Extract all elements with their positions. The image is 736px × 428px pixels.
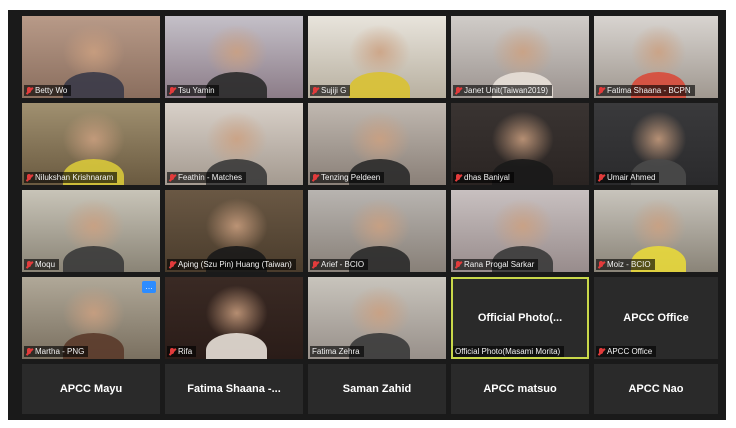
mic-muted-icon [26, 173, 32, 182]
participant-tile[interactable]: Rana Progal Sarkar [451, 190, 589, 272]
participant-name: Arief - BCIO [321, 260, 365, 269]
participant-tile[interactable]: Saman Zahid [308, 364, 446, 414]
participant-tile[interactable]: Fatima Zehra [308, 277, 446, 359]
participant-tile[interactable]: APCC Nao [594, 364, 718, 414]
mic-muted-icon [598, 173, 604, 182]
mic-muted-icon [169, 347, 175, 356]
participant-name: Martha - PNG [35, 347, 85, 356]
participant-name: Feathin - Matches [178, 173, 243, 182]
active-speaker-tile[interactable]: Official Photo(... Official Photo(Masami… [451, 277, 589, 359]
participant-tile[interactable]: Umair Ahmed [594, 103, 718, 185]
mic-muted-icon [26, 347, 32, 356]
participant-name: Rifa [178, 347, 193, 356]
participant-name: Moiz - BCIO [607, 260, 651, 269]
participant-nameplate: Moqu [24, 259, 60, 270]
participant-center-name: APCC matsuo [483, 383, 557, 395]
mic-muted-icon [598, 86, 604, 95]
participant-nameplate: Umair Ahmed [596, 172, 660, 183]
participant-name: Nilukshan Krishnaram [35, 173, 114, 182]
participant-tile[interactable]: Fatima Shaana -... [165, 364, 303, 414]
participant-nameplate: Fatima Zehra [310, 346, 364, 357]
participant-nameplate: Feathin - Matches [167, 172, 247, 183]
participant-nameplate: Fatima Shaana - BCPN [596, 85, 695, 96]
participant-name: Aping (Szu Pin) Huang (Taiwan) [178, 260, 292, 269]
participant-center-name: APCC Office [623, 312, 689, 324]
participant-center-name: Saman Zahid [342, 383, 412, 395]
mic-muted-icon [26, 86, 32, 95]
participant-center-name: APCC Nao [628, 383, 684, 395]
participant-name: Tenzing Peldeen [321, 173, 381, 182]
participant-nameplate: Rifa [167, 346, 197, 357]
participant-name: Sujiji G [321, 86, 347, 95]
mic-muted-icon [455, 86, 461, 95]
participant-name: Fatima Shaana - BCPN [607, 86, 691, 95]
participant-tile[interactable]: Tenzing Peldeen [308, 103, 446, 185]
participant-tile[interactable]: Arief - BCIO [308, 190, 446, 272]
mic-muted-icon [169, 173, 175, 182]
mic-muted-icon [169, 260, 175, 269]
participant-name: dhas Baniyal [464, 173, 510, 182]
participant-tile[interactable]: Aping (Szu Pin) Huang (Taiwan) [165, 190, 303, 272]
participant-center-name: Fatima Shaana -... [187, 383, 281, 395]
participant-name: Rana Progal Sarkar [464, 260, 535, 269]
more-options-button[interactable]: … [142, 281, 156, 293]
participant-name: Official Photo(Masami Morita) [455, 347, 561, 356]
participant-nameplate: Betty Wo [24, 85, 72, 96]
participant-tile[interactable]: APCC Office APCC Office [594, 277, 718, 359]
participant-tile[interactable]: Fatima Shaana - BCPN [594, 16, 718, 98]
participant-tile[interactable]: APCC Mayu [22, 364, 160, 414]
participant-nameplate: Moiz - BCIO [596, 259, 655, 270]
participant-center-name: Official Photo(... [477, 312, 563, 324]
mic-muted-icon [312, 86, 318, 95]
participant-nameplate: Aping (Szu Pin) Huang (Taiwan) [167, 259, 296, 270]
mic-muted-icon [455, 260, 461, 269]
participant-tile[interactable]: Moiz - BCIO [594, 190, 718, 272]
participant-nameplate: APCC Office [596, 346, 657, 357]
mic-muted-icon [455, 173, 461, 182]
participant-name: Tsu Yamin [178, 86, 215, 95]
participant-name: APCC Office [607, 347, 653, 356]
mic-muted-icon [26, 260, 32, 269]
participant-name: Janet Unit(Taiwan2019) [464, 86, 549, 95]
participant-tile[interactable]: Janet Unit(Taiwan2019) [451, 16, 589, 98]
participant-tile[interactable]: Moqu [22, 190, 160, 272]
participant-nameplate: Tsu Yamin [167, 85, 219, 96]
participant-tile[interactable]: … Martha - PNG [22, 277, 160, 359]
participant-nameplate: dhas Baniyal [453, 172, 514, 183]
mic-muted-icon [312, 260, 318, 269]
participant-tile[interactable]: Feathin - Matches [165, 103, 303, 185]
participant-tile[interactable]: dhas Baniyal [451, 103, 589, 185]
video-gallery: Betty Wo Tsu Yamin Sujiji G Janet Unit(T… [8, 10, 726, 420]
participant-name: Betty Wo [35, 86, 68, 95]
participant-tile[interactable]: Tsu Yamin [165, 16, 303, 98]
mic-muted-icon [598, 347, 604, 356]
participant-nameplate: Arief - BCIO [310, 259, 369, 270]
participant-tile[interactable]: Nilukshan Krishnaram [22, 103, 160, 185]
mic-muted-icon [312, 173, 318, 182]
participant-tile[interactable]: APCC matsuo [451, 364, 589, 414]
participant-tile[interactable]: Rifa [165, 277, 303, 359]
mic-muted-icon [169, 86, 175, 95]
participant-nameplate: Janet Unit(Taiwan2019) [453, 85, 553, 96]
mic-muted-icon [598, 260, 604, 269]
participant-nameplate: Sujiji G [310, 85, 351, 96]
participant-name: Moqu [35, 260, 56, 269]
participant-tile[interactable]: Betty Wo [22, 16, 160, 98]
participant-tile[interactable]: Sujiji G [308, 16, 446, 98]
participant-nameplate: Rana Progal Sarkar [453, 259, 539, 270]
participant-nameplate: Tenzing Peldeen [310, 172, 385, 183]
participant-name: Fatima Zehra [312, 347, 360, 356]
participant-nameplate: Official Photo(Masami Morita) [453, 346, 565, 357]
participant-center-name: APCC Mayu [59, 383, 123, 395]
participant-nameplate: Nilukshan Krishnaram [24, 172, 118, 183]
participant-nameplate: Martha - PNG [24, 346, 89, 357]
participant-name: Umair Ahmed [607, 173, 656, 182]
